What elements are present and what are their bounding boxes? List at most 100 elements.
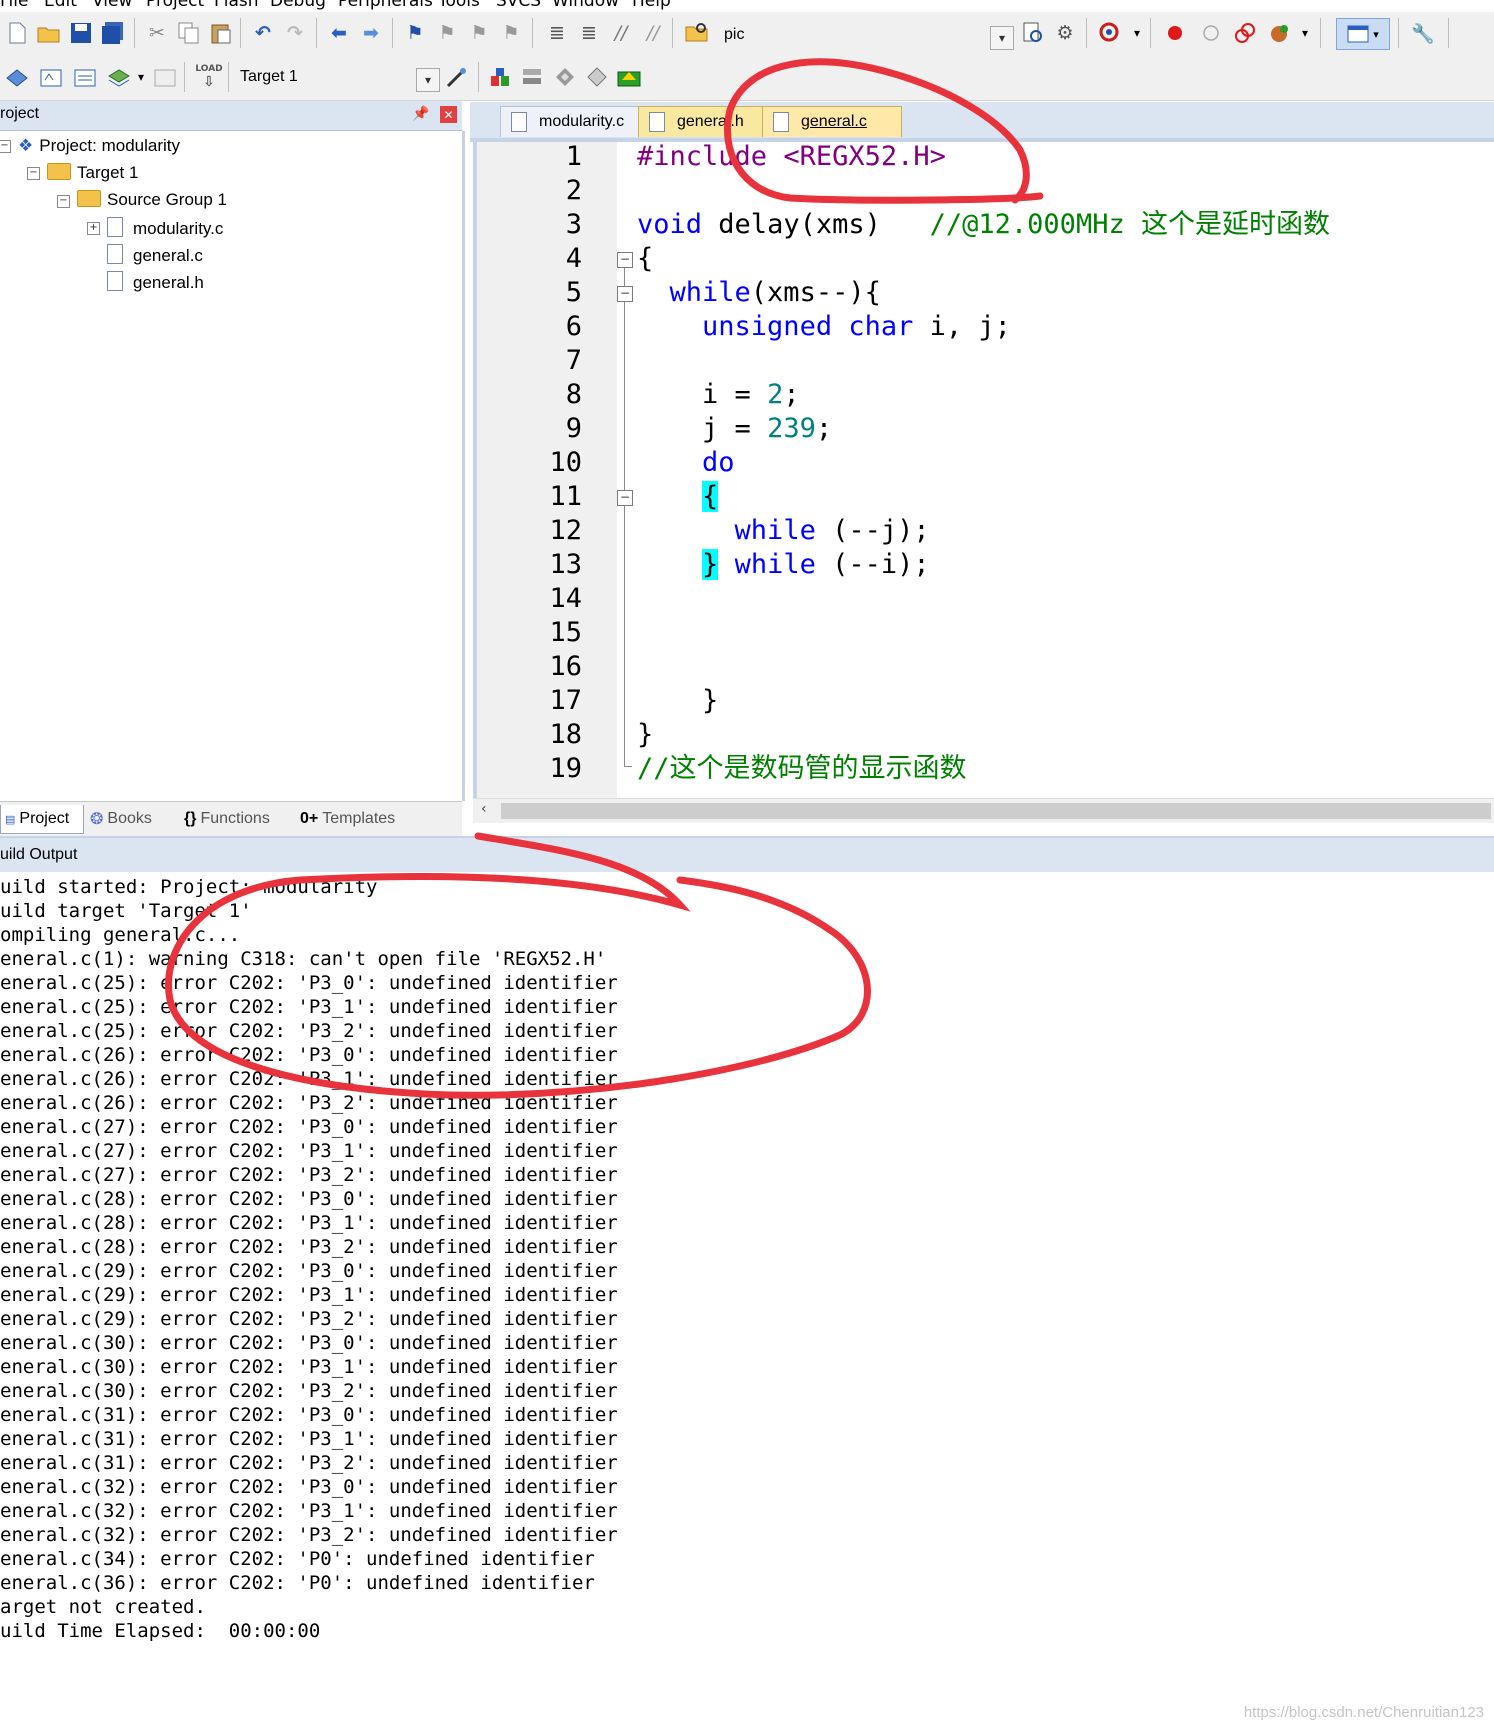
clear-bookmarks-icon[interactable]: ⚑ <box>498 20 524 46</box>
target-select[interactable]: Target 1 <box>234 64 434 92</box>
debug-dropdown-icon[interactable]: ▾ <box>1124 20 1150 46</box>
build-output-line: eneral.c(28): error C202: 'P3_0': undefi… <box>0 1188 618 1210</box>
uncomment-icon[interactable]: // <box>640 20 666 46</box>
menu-view[interactable]: View <box>92 0 132 11</box>
copy-icon[interactable] <box>176 20 202 46</box>
pin-icon[interactable]: 📌 <box>412 106 429 122</box>
options-icon[interactable] <box>444 64 470 90</box>
fold-marker-icon[interactable]: − <box>617 252 633 268</box>
scrollbar-thumb[interactable] <box>501 803 1491 819</box>
settings-icon[interactable]: 🔧 <box>1410 20 1436 46</box>
code-text: i, j; <box>929 311 1011 342</box>
disable-breakpoint-icon[interactable] <box>1198 20 1224 46</box>
stop-build-icon[interactable] <box>152 64 178 90</box>
tab-books[interactable]: ❂ Books <box>90 805 176 833</box>
find-combo[interactable]: pic <box>718 22 988 50</box>
manage-project-icon[interactable] <box>488 64 514 90</box>
tree-file-label: general.c <box>133 246 203 265</box>
tree-target[interactable]: Target 1 <box>47 163 138 183</box>
incremental-find-icon[interactable] <box>1020 20 1046 46</box>
menu-edit[interactable]: Edit <box>44 0 77 11</box>
prev-bookmark-icon[interactable]: ⚑ <box>434 20 460 46</box>
tree-project[interactable]: ❖ Project: modularity <box>18 136 180 156</box>
menu-svcs[interactable]: SVCS <box>496 0 541 11</box>
window-layout-icon[interactable]: ▾ <box>1336 18 1390 50</box>
nav-back-icon[interactable]: ⬅ <box>326 20 352 46</box>
indent-icon[interactable]: ≣ <box>544 20 570 46</box>
nav-forward-icon[interactable]: ➡ <box>358 20 384 46</box>
file-icon <box>107 217 123 237</box>
tree-group[interactable]: Source Group 1 <box>77 190 227 210</box>
debug-icon[interactable] <box>1098 20 1124 46</box>
menu-project[interactable]: Project <box>146 0 204 11</box>
outdent-icon[interactable]: ≣ <box>576 20 602 46</box>
close-icon[interactable]: ✕ <box>440 106 457 123</box>
new-file-icon[interactable] <box>4 20 30 46</box>
cut-icon[interactable]: ✂ <box>144 20 170 46</box>
fold-marker-icon[interactable]: − <box>617 490 633 506</box>
tree-file-general-h[interactable]: general.h <box>107 271 204 293</box>
keyword: while <box>669 277 751 308</box>
editor-horizontal-scrollbar[interactable]: ‹ <box>473 798 1494 823</box>
line-number: 15 <box>549 617 582 648</box>
pack-installer-icon[interactable] <box>584 64 610 90</box>
line-number: 19 <box>549 753 582 784</box>
target-select-dropdown-icon[interactable]: ▾ <box>416 68 440 92</box>
kill-breakpoints-icon[interactable] <box>1232 20 1258 46</box>
build-output-line: eneral.c(29): error C202: 'P3_2': undefi… <box>0 1308 618 1330</box>
breakpoint-icon[interactable] <box>1162 20 1188 46</box>
save-all-icon[interactable] <box>100 20 126 46</box>
bookmark-icon[interactable]: ⚑ <box>402 20 428 46</box>
menu-file[interactable]: File <box>0 0 28 11</box>
tree-file-label: modularity.c <box>133 219 224 238</box>
menu-window[interactable]: Window <box>552 0 619 11</box>
code-text: (--j); <box>832 515 930 546</box>
fold-marker-icon[interactable]: − <box>617 286 633 302</box>
tab-general-h[interactable]: general.h <box>638 106 780 137</box>
menu-peripherals[interactable]: Peripherals <box>338 0 433 11</box>
tab-modularity-c[interactable]: modularity.c <box>500 106 652 137</box>
tree-file-modularity[interactable]: modularity.c <box>107 217 223 239</box>
collapse-project-icon[interactable]: − <box>0 140 11 153</box>
redo-icon[interactable]: ↷ <box>282 20 308 46</box>
undo-icon[interactable]: ↶ <box>250 20 276 46</box>
find-symbol-icon[interactable]: ⚙ <box>1052 20 1078 46</box>
collapse-group-icon[interactable]: − <box>57 195 70 208</box>
menu-tools[interactable]: Tools <box>438 0 480 11</box>
find-combo-dropdown-icon[interactable]: ▾ <box>990 26 1014 50</box>
matched-brace: } <box>702 549 719 580</box>
matched-brace: { <box>702 481 719 512</box>
tab-project[interactable]: ▤ Project <box>0 805 84 834</box>
trace-dropdown-icon[interactable]: ▾ <box>1292 20 1318 46</box>
expand-file-icon[interactable]: + <box>87 222 100 235</box>
download-icon[interactable]: LOAD ⇩ <box>195 64 222 90</box>
file-icon <box>649 112 665 132</box>
pack-icon[interactable] <box>616 64 642 90</box>
line-number: 2 <box>565 175 582 206</box>
code-editor[interactable]: 1 2 3 4 5 6 7 8 9 10 11 12 13 14 15 16 1… <box>473 142 1494 798</box>
menu-flash[interactable]: Flash <box>214 0 259 11</box>
tab-templates[interactable]: 0+ Templates <box>300 805 420 833</box>
translate-icon[interactable] <box>4 64 30 90</box>
save-icon[interactable] <box>68 20 94 46</box>
find-in-files-icon[interactable] <box>684 20 710 46</box>
build-icon[interactable] <box>38 64 64 90</box>
batch-build-dropdown-icon[interactable]: ▾ <box>128 64 154 90</box>
open-folder-icon[interactable] <box>36 20 62 46</box>
next-bookmark-icon[interactable]: ⚑ <box>466 20 492 46</box>
manage-rte-icon[interactable] <box>552 64 578 90</box>
tab-general-c[interactable]: general.c <box>762 106 902 137</box>
select-packs-icon[interactable] <box>520 64 546 90</box>
file-icon <box>107 271 123 291</box>
trace-icon[interactable] <box>1266 20 1292 46</box>
menu-debug[interactable]: Debug <box>270 0 326 11</box>
tree-file-general-c[interactable]: general.c <box>107 244 203 266</box>
build-output-panel[interactable]: uild started: Project: modularity uild ta… <box>0 872 1494 1725</box>
scroll-left-icon[interactable]: ‹ <box>481 801 487 817</box>
tab-functions[interactable]: {} Functions <box>184 805 290 833</box>
collapse-target-icon[interactable]: − <box>27 167 40 180</box>
comment-icon[interactable]: // <box>608 20 634 46</box>
menu-help[interactable]: Help <box>632 0 671 11</box>
rebuild-icon[interactable] <box>72 64 98 90</box>
paste-icon[interactable] <box>208 20 234 46</box>
